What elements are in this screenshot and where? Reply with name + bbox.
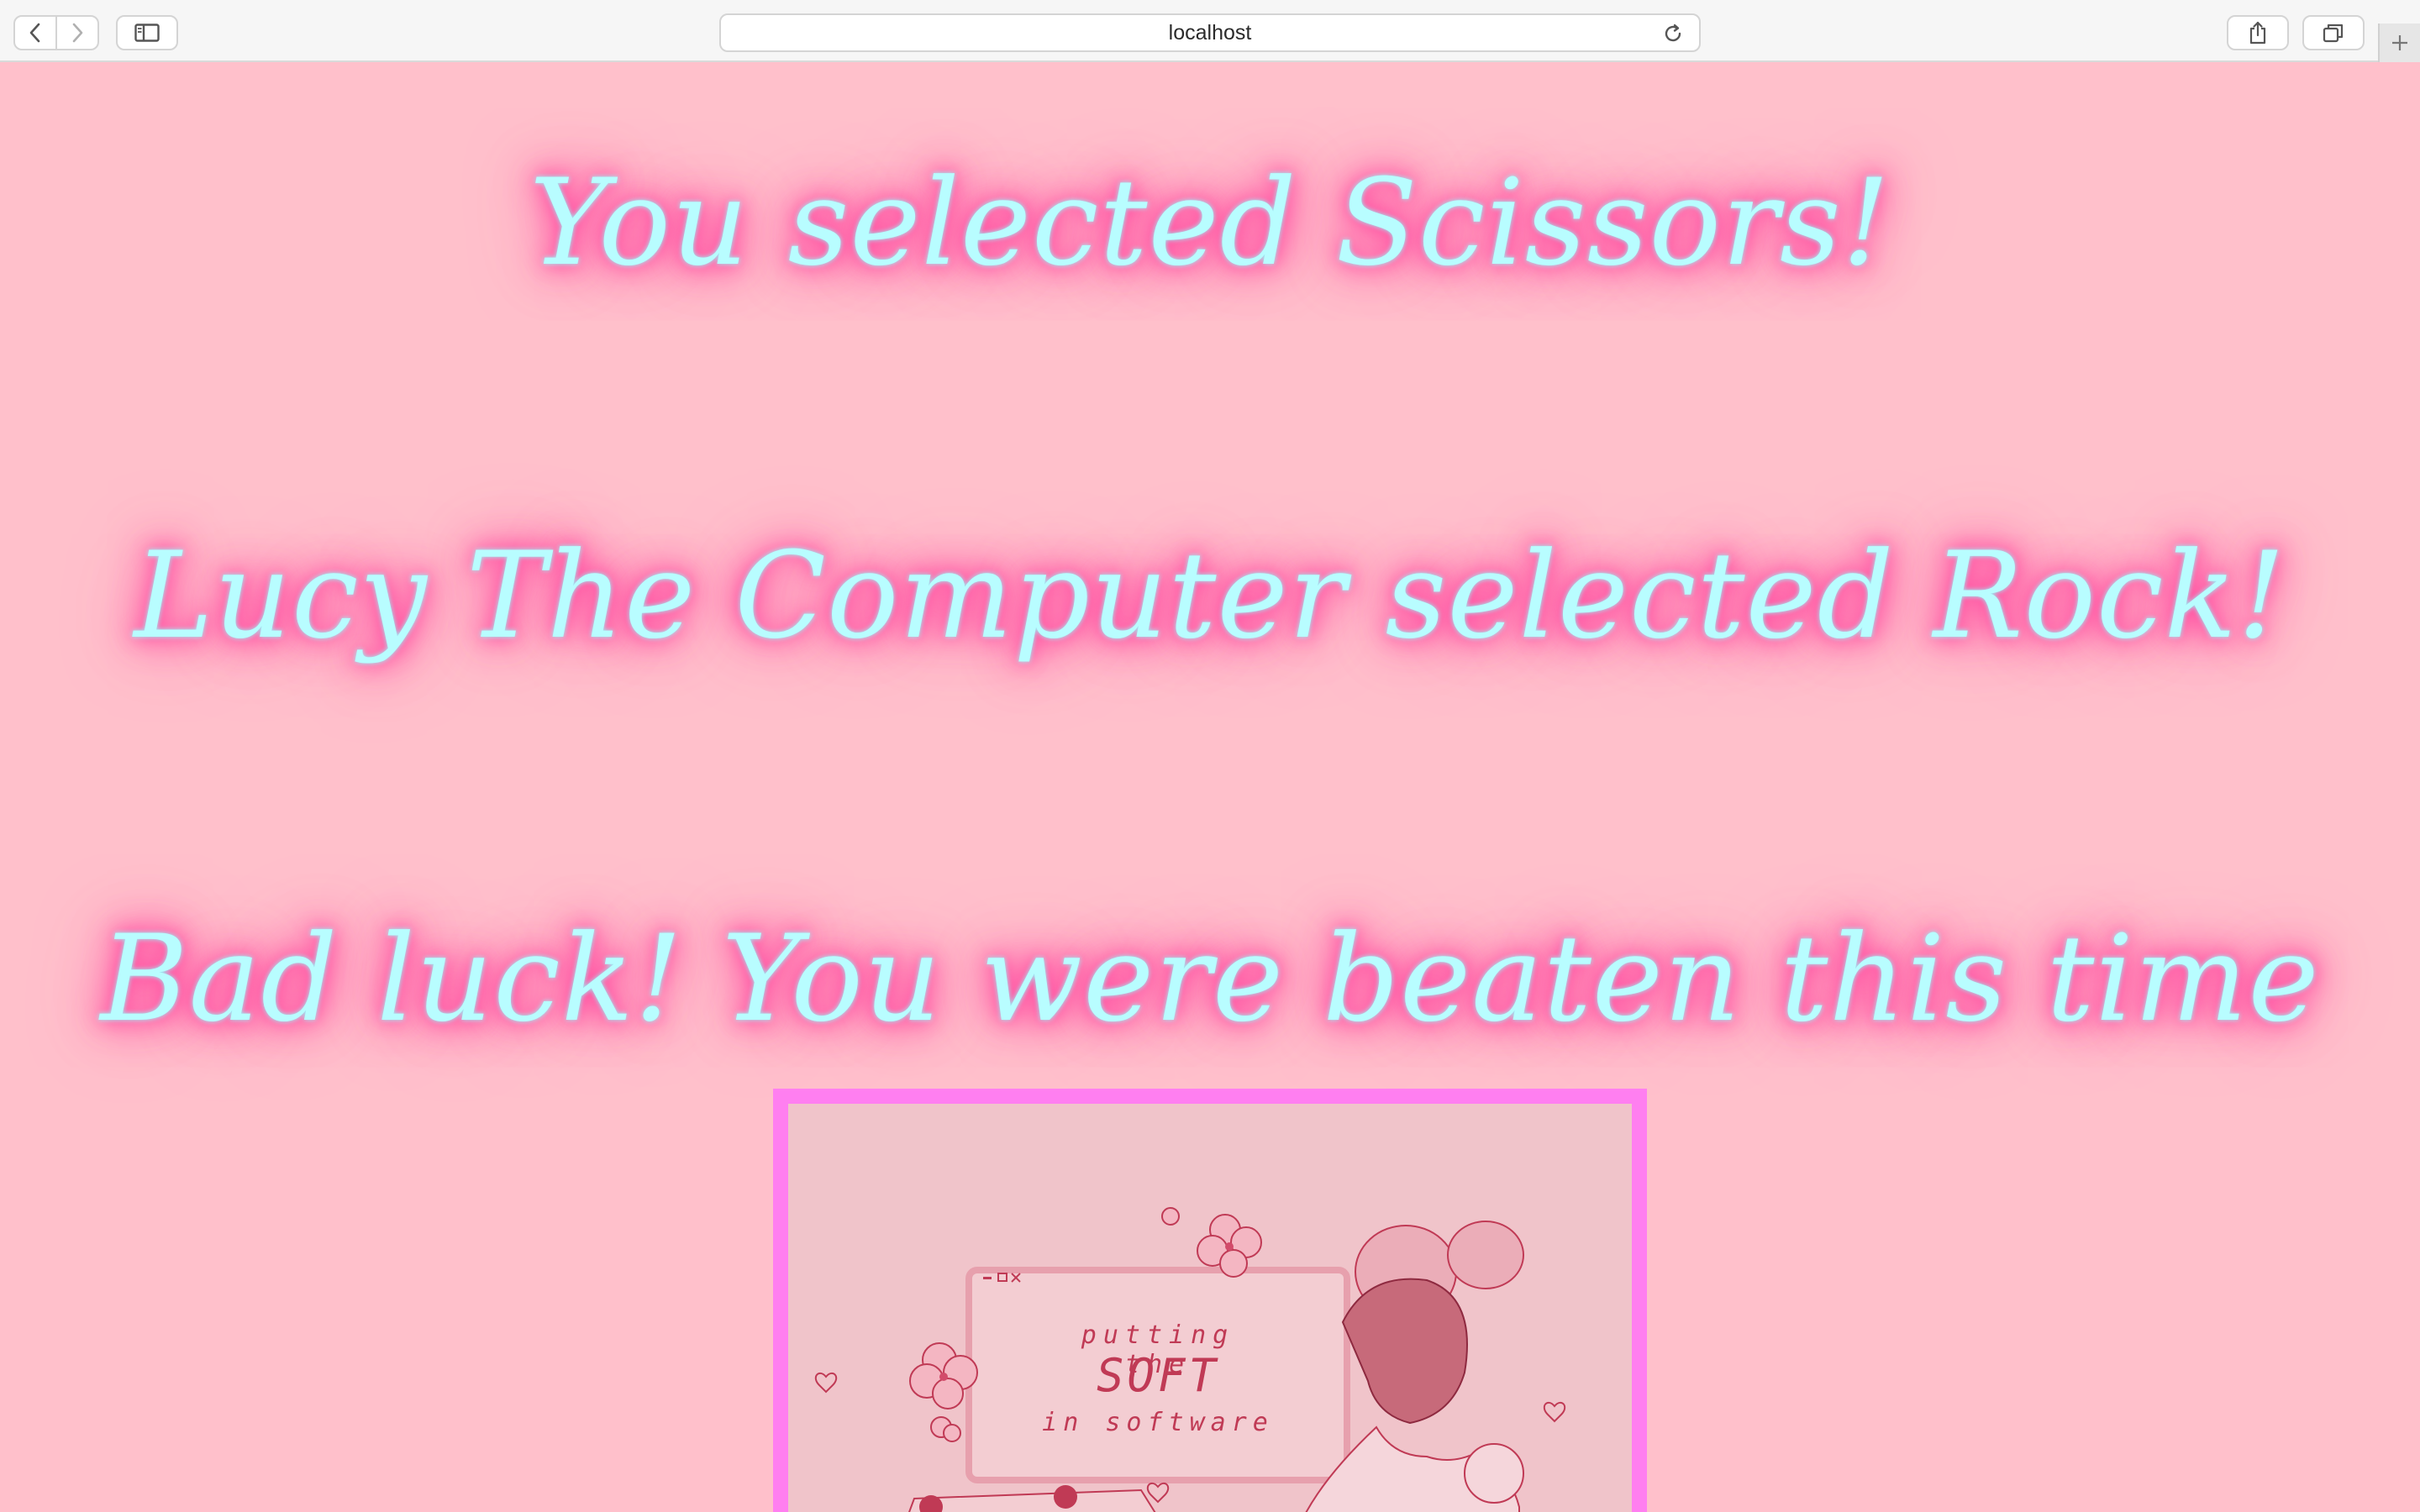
page-content: You selected Scissors! Lucy The Computer… bbox=[0, 62, 2420, 1512]
new-tab-button[interactable] bbox=[2378, 24, 2420, 62]
forward-button[interactable] bbox=[55, 15, 99, 50]
result-image-frame: putting the SOFT in software bbox=[773, 1089, 1647, 1512]
tab-overview-button[interactable] bbox=[2302, 15, 2365, 50]
image-text-line2: SOFT bbox=[1096, 1349, 1220, 1402]
share-button[interactable] bbox=[2227, 15, 2289, 50]
address-text: localhost bbox=[1168, 20, 1252, 45]
computer-choice-heading: Lucy The Computer selected Rock! bbox=[134, 527, 2286, 665]
chevron-right-icon bbox=[72, 23, 83, 43]
tabs-icon bbox=[2323, 24, 2344, 43]
sidebar-icon bbox=[134, 24, 160, 42]
chevron-left-icon bbox=[29, 23, 40, 43]
plus-icon bbox=[2392, 35, 2407, 50]
back-button[interactable] bbox=[13, 15, 57, 50]
result-heading: Bad luck! You were beaten this time bbox=[100, 910, 2320, 1048]
result-image: putting the SOFT in software bbox=[788, 1104, 1632, 1512]
address-bar[interactable]: localhost bbox=[719, 13, 1701, 52]
image-text-line3: in software bbox=[1042, 1408, 1274, 1437]
sidebar-toggle-button[interactable] bbox=[116, 15, 178, 50]
player-choice-heading: You selected Scissors! bbox=[529, 154, 1891, 292]
share-icon bbox=[2249, 21, 2266, 45]
illustration-graphic bbox=[814, 1207, 1566, 1512]
browser-toolbar: localhost bbox=[0, 0, 2420, 62]
reload-icon[interactable] bbox=[1662, 23, 1684, 45]
